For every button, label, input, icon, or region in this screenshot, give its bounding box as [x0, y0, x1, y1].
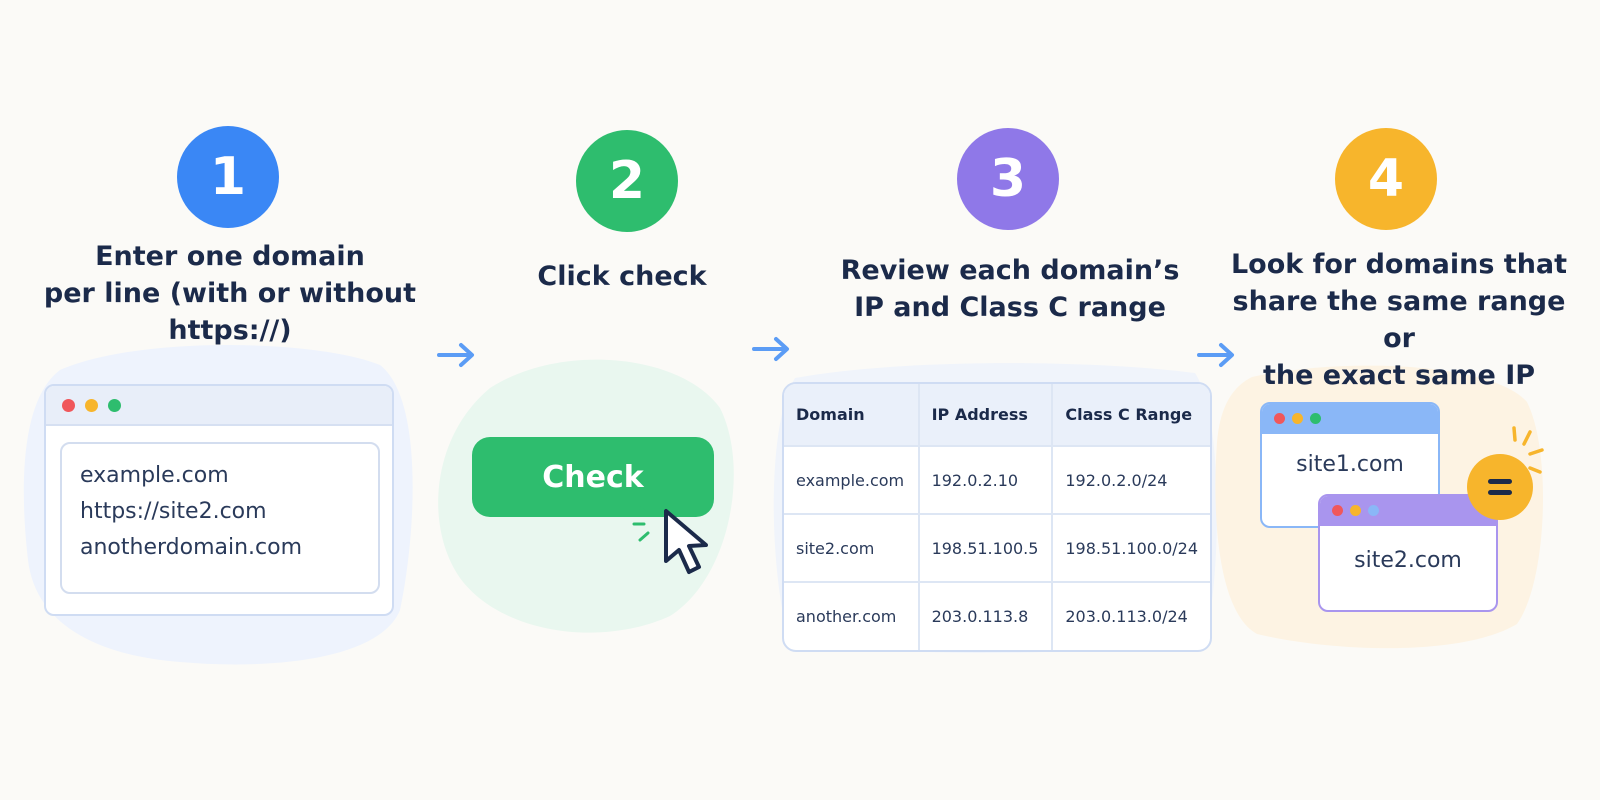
table-cell: another.com [784, 581, 920, 650]
step1-browser-window: example.com https://site2.com anotherdom… [44, 384, 394, 616]
window-title-bar [46, 386, 392, 426]
table-cell: 198.51.100.0/24 [1052, 513, 1210, 582]
step1-title-line: Enter one domain [95, 241, 365, 272]
step4-title-line: share the same range or [1232, 286, 1566, 354]
ip-results-table: Domain IP Address Class C Range example.… [782, 382, 1212, 652]
column-header: Class C Range [1052, 384, 1210, 446]
arrow-right-icon [437, 343, 474, 367]
table-row: another.com 203.0.113.8 203.0.113.0/24 [784, 581, 1210, 650]
step3-title-line: Review each domain’s [840, 255, 1180, 286]
step1-title-line: per line (with or without [43, 278, 417, 309]
step3-title: Review each domain’s IP and Class C rang… [820, 252, 1200, 326]
table-cell: 198.51.100.5 [918, 513, 1054, 582]
site1-label: site1.com [1296, 452, 1404, 477]
minimize-dot-icon [1292, 413, 1303, 424]
step1-title-line: https://) [168, 315, 292, 346]
maximize-dot-icon [108, 399, 121, 412]
table-cell: 203.0.113.0/24 [1052, 581, 1210, 650]
domain-line: example.com [80, 463, 229, 488]
step3-title-line: IP and Class C range [854, 292, 1166, 323]
site2-label: site2.com [1354, 548, 1462, 573]
table-cell: 192.0.2.0/24 [1052, 445, 1210, 514]
arrow-right-icon [752, 337, 789, 361]
step1-title: Enter one domain per line (with or witho… [40, 238, 420, 349]
maximize-dot-icon [1368, 505, 1379, 516]
table-row: example.com 192.0.2.10 192.0.2.0/24 [784, 445, 1210, 514]
close-dot-icon [1274, 413, 1285, 424]
arrow-right-icon [1197, 343, 1234, 367]
table-row: site2.com 198.51.100.5 198.51.100.0/24 [784, 513, 1210, 582]
domain-line: https://site2.com [80, 499, 267, 524]
column-header: IP Address [918, 384, 1054, 446]
minimize-dot-icon [85, 399, 98, 412]
step4-title-line: the exact same IP [1262, 360, 1536, 391]
equals-icon [1467, 454, 1533, 520]
step1-number-badge: 1 [177, 126, 279, 228]
step2-title-line: Click check [537, 261, 707, 292]
table-header-row: Domain IP Address Class C Range [784, 384, 1210, 446]
maximize-dot-icon [1310, 413, 1321, 424]
step4-title-line: Look for domains that [1230, 249, 1568, 280]
table-cell: example.com [784, 445, 920, 514]
column-header: Domain [784, 384, 920, 446]
table-cell: 192.0.2.10 [918, 445, 1054, 514]
step4-number-badge: 4 [1335, 128, 1437, 230]
table-cell: site2.com [784, 513, 920, 582]
domain-line: anotherdomain.com [80, 535, 303, 560]
close-dot-icon [1332, 505, 1343, 516]
domains-textarea[interactable]: example.com https://site2.com anotherdom… [60, 442, 380, 594]
step2-number-badge: 2 [576, 130, 678, 232]
close-dot-icon [62, 399, 75, 412]
minimize-dot-icon [1350, 505, 1361, 516]
site2-window: site2.com [1318, 494, 1498, 612]
mouse-cursor-icon [664, 509, 708, 574]
equals-bar [1488, 490, 1512, 495]
equals-bar [1488, 479, 1512, 484]
step3-number-badge: 3 [957, 128, 1059, 230]
table-cell: 203.0.113.8 [918, 581, 1054, 650]
step2-title: Click check [472, 258, 772, 295]
step4-title: Look for domains that share the same ran… [1214, 246, 1584, 394]
window-title-bar [1262, 404, 1438, 434]
